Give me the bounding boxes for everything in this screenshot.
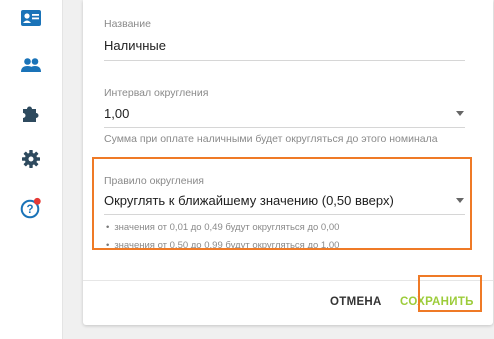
name-label: Название	[104, 18, 151, 30]
puzzle-icon[interactable]	[18, 100, 44, 126]
svg-text:?: ?	[26, 204, 33, 216]
contact-card-icon[interactable]	[18, 5, 44, 31]
cancel-button[interactable]: ОТМЕНА	[330, 296, 382, 308]
sidebar: ?	[0, 0, 63, 339]
help-badge-icon[interactable]: ?	[18, 195, 44, 221]
save-button-highlight	[418, 275, 482, 312]
interval-dropdown-arrow-icon[interactable]	[456, 111, 464, 116]
rounding-rule-highlight	[92, 157, 472, 250]
interval-label: Интервал округления	[104, 87, 209, 99]
gear-icon[interactable]	[18, 146, 44, 172]
interval-underline	[104, 127, 465, 128]
people-icon[interactable]	[18, 52, 44, 78]
name-input[interactable]: Наличные	[104, 38, 166, 53]
interval-hint: Сумма при оплате наличными будет округля…	[104, 133, 438, 145]
interval-select[interactable]: 1,00	[104, 106, 129, 121]
name-underline	[104, 60, 465, 61]
